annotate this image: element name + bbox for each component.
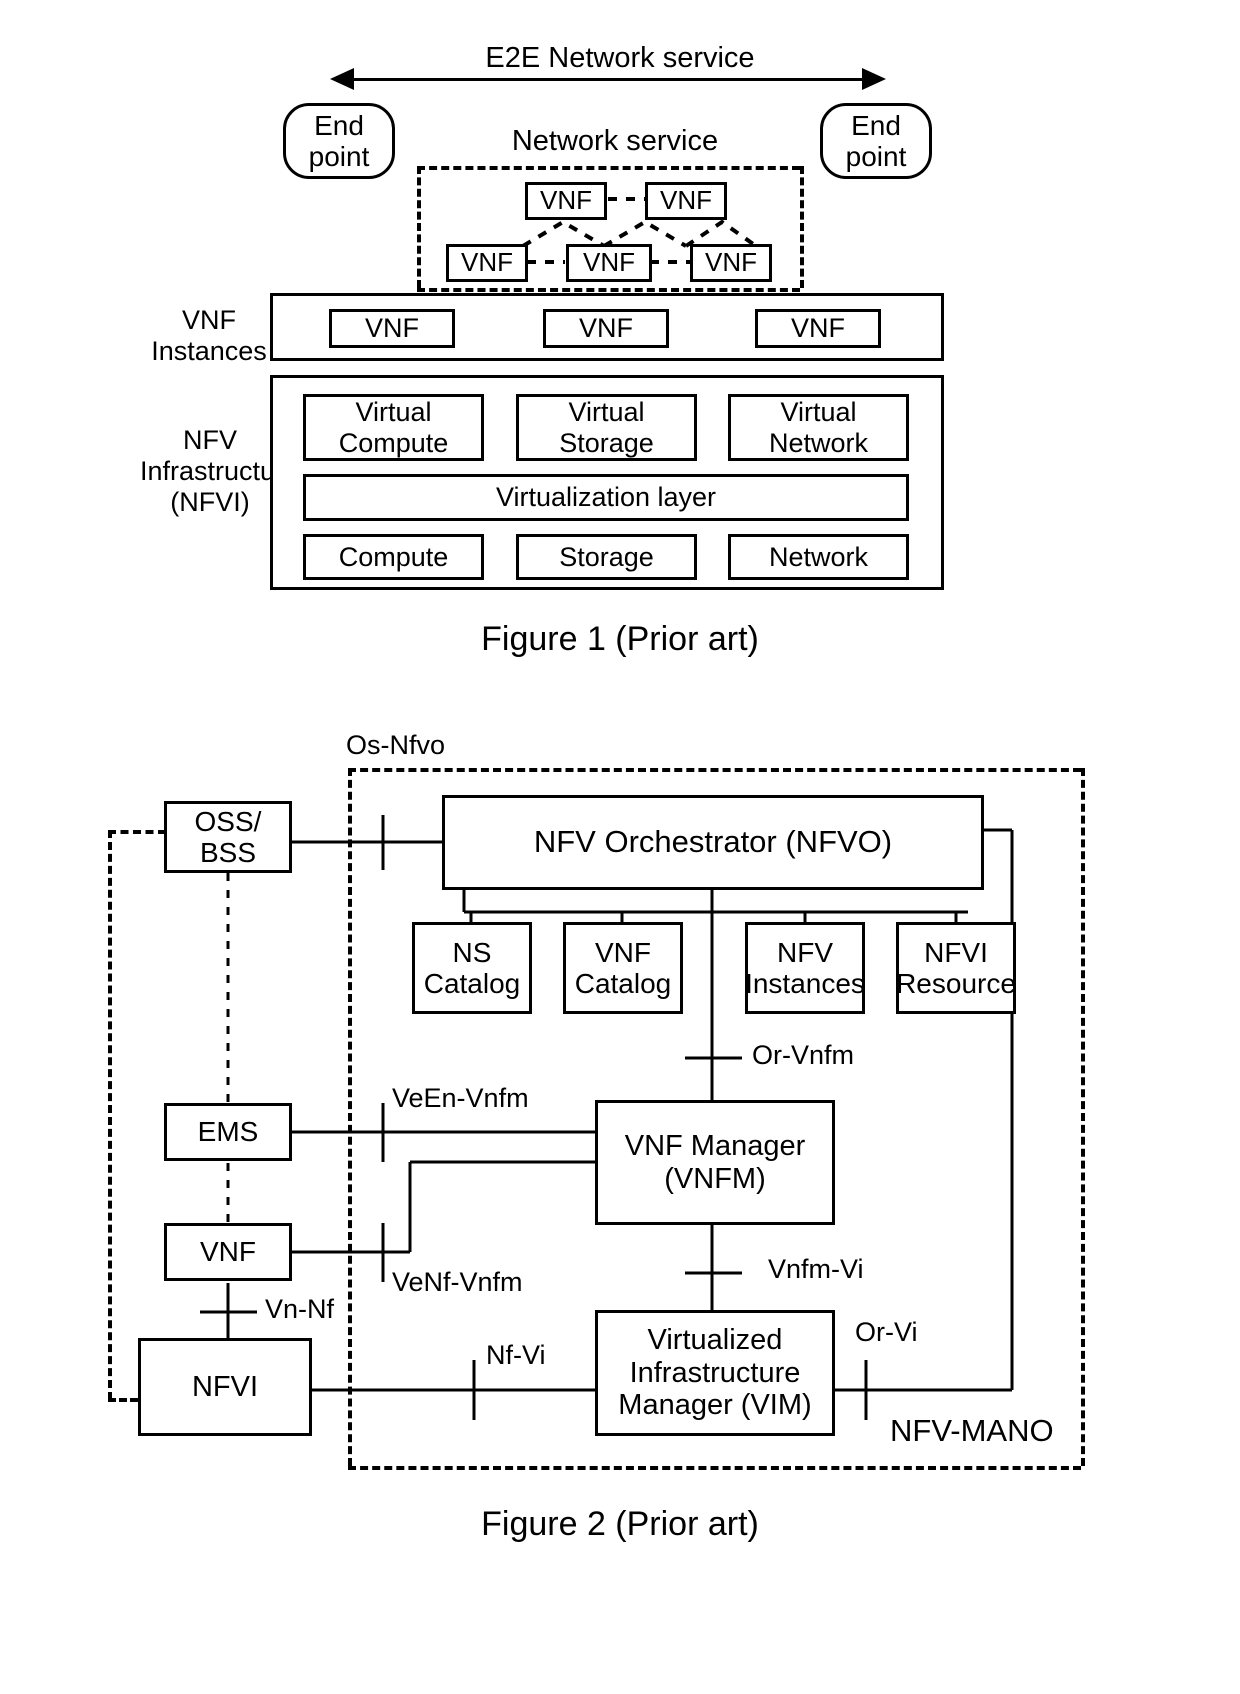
virtual-storage-box: Virtual Storage [516, 394, 697, 461]
ns-vnf-bottom-3-label: VNF [705, 247, 757, 278]
vim-label: Virtualized Infrastructure Manager (VIM) [618, 1324, 812, 1422]
e2e-network-service-label: E2E Network service [485, 42, 755, 74]
virtual-network-box: Virtual Network [728, 394, 909, 461]
figure-2: Os-Nfvo NFV-MANO OSS/ BSS NFV Orchestrat… [0, 690, 1240, 1694]
oss-bss-box: OSS/ BSS [164, 801, 292, 873]
vn-nf-label: Vn-Nf [265, 1294, 335, 1324]
vnf-instances-side-label: VNF Instances [151, 305, 267, 367]
compute-label: Compute [338, 541, 449, 572]
outer-left-dashed-bottom [108, 1398, 138, 1402]
outer-left-dashed-top [108, 830, 166, 834]
nfv-instances-box: NFV Instances [745, 922, 865, 1014]
oss-bss-label: OSS/ BSS [194, 805, 262, 868]
nfvi-resource-label: NFVI Resource [896, 936, 1016, 999]
ns-dash-top [417, 166, 800, 170]
e2e-arrow-right-head [862, 68, 886, 90]
venf-vnfm-label: VeNf-Vnfm [392, 1267, 523, 1297]
virtualization-layer-box: Virtualization layer [303, 474, 909, 521]
ns-dash-bottom [417, 288, 800, 292]
vnf-instance-2-label: VNF [579, 313, 633, 344]
vnf-instance-3: VNF [755, 309, 881, 348]
endpoint-left-label: End point [308, 109, 370, 172]
nfv-instances-label: NFV Instances [745, 936, 865, 999]
vnfm-label: VNF Manager (VNFM) [624, 1130, 806, 1195]
vnfm-box: VNF Manager (VNFM) [595, 1100, 835, 1225]
ns-vnf-top-2: VNF [645, 182, 727, 220]
virtual-storage-label: Virtual Storage [559, 397, 654, 458]
ems-box: EMS [164, 1103, 292, 1161]
mano-boundary-bottom [348, 1466, 1081, 1470]
compute-box: Compute [303, 534, 484, 580]
endpoint-left: End point [283, 103, 395, 179]
patent-figure-page: E2E Network service End point End point … [0, 0, 1240, 1694]
or-vi-label: Or-Vi [855, 1317, 918, 1347]
network-service-label: Network service [511, 125, 719, 157]
ns-vnf-bottom-1: VNF [446, 244, 528, 282]
vnf-box-label: VNF [200, 1236, 256, 1268]
network-box: Network [728, 534, 909, 580]
mano-boundary-left [348, 768, 352, 1466]
virtual-compute-box: Virtual Compute [303, 394, 484, 461]
nfvi-side-label: NFV Infrastructure (NFVI) [140, 425, 300, 518]
ns-vnf-top-1: VNF [525, 182, 607, 220]
vim-box: Virtualized Infrastructure Manager (VIM) [595, 1310, 835, 1436]
e2e-arrow-left-head [330, 68, 354, 90]
e2e-arrow-shaft [352, 78, 862, 81]
figure-1-caption: Figure 1 (Prior art) [481, 620, 759, 658]
vnf-instance-3-label: VNF [791, 313, 845, 344]
nfvo-box: NFV Orchestrator (NFVO) [442, 795, 984, 890]
veen-vnfm-label: VeEn-Vnfm [392, 1083, 529, 1113]
vnf-catalog-box: VNF Catalog [563, 922, 683, 1014]
ns-vnf-top-2-label: VNF [660, 185, 712, 216]
ns-vnf-bottom-3: VNF [690, 244, 772, 282]
vnf-instance-1-label: VNF [365, 313, 419, 344]
mano-boundary-right [1081, 768, 1085, 1466]
virtual-network-label: Virtual Network [768, 397, 869, 458]
network-label: Network [768, 541, 869, 572]
ns-vnf-top-1-label: VNF [540, 185, 592, 216]
ns-catalog-box: NS Catalog [412, 922, 532, 1014]
storage-label: Storage [559, 541, 654, 572]
vnf-box: VNF [164, 1223, 292, 1281]
virtualization-layer-label: Virtualization layer [495, 482, 717, 513]
endpoint-right: End point [820, 103, 932, 179]
ems-label: EMS [197, 1116, 259, 1148]
vnf-catalog-label: VNF Catalog [574, 936, 672, 999]
mano-boundary-top [348, 768, 1081, 772]
nfv-mano-label: NFV-MANO [890, 1413, 1054, 1448]
or-vnfm-label: Or-Vnfm [752, 1040, 855, 1070]
vnf-instance-2: VNF [543, 309, 669, 348]
nfvi-box: NFVI [138, 1338, 312, 1436]
figure-1: E2E Network service End point End point … [0, 0, 1240, 690]
storage-box: Storage [516, 534, 697, 580]
outer-left-dashed-bracket [108, 830, 112, 1400]
ns-vnf-bottom-2: VNF [566, 244, 652, 282]
nfvi-resource-box: NFVI Resource [896, 922, 1016, 1014]
os-nfvo-label: Os-Nfvo [346, 730, 446, 760]
ns-dash-left [417, 166, 421, 288]
vnf-instance-1: VNF [329, 309, 455, 348]
nfvi-box-label: NFVI [191, 1370, 259, 1403]
figure-2-caption: Figure 2 (Prior art) [481, 1505, 759, 1543]
vnfm-vi-label: Vnfm-Vi [768, 1254, 864, 1284]
ns-vnf-bottom-2-label: VNF [583, 247, 635, 278]
nfvo-label: NFV Orchestrator (NFVO) [533, 824, 893, 860]
endpoint-right-label: End point [845, 109, 907, 172]
ns-dash-right [800, 166, 804, 288]
ns-vnf-bottom-1-label: VNF [461, 247, 513, 278]
ns-catalog-label: NS Catalog [423, 936, 521, 999]
virtual-compute-label: Virtual Compute [338, 397, 449, 458]
